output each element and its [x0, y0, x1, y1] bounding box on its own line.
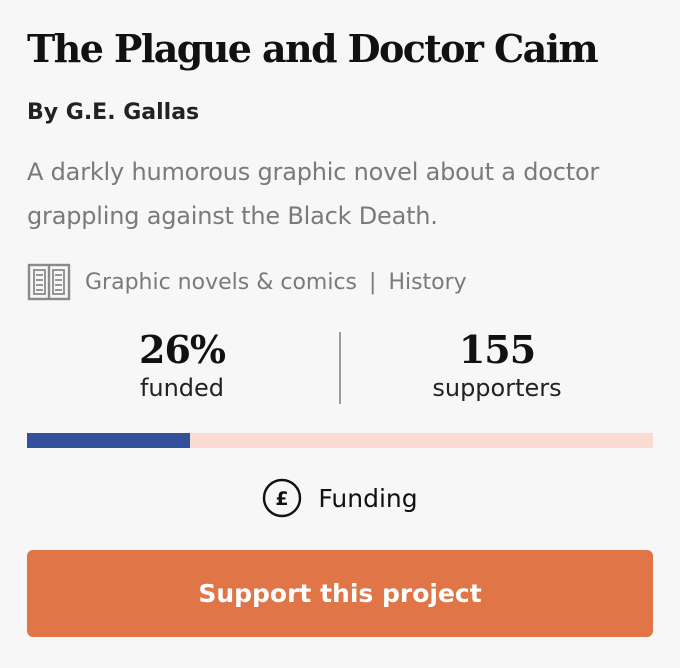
supporters-label: supporters: [432, 374, 562, 402]
project-author[interactable]: By G.E. Gallas: [27, 100, 199, 125]
funding-status: £ Funding: [0, 478, 680, 518]
funded-percent: 26%: [139, 327, 226, 372]
support-project-button[interactable]: Support this project: [27, 550, 653, 637]
funding-progress-fill: [27, 433, 190, 448]
category-separator: |: [369, 269, 377, 295]
project-title[interactable]: The Plague and Doctor Caim: [27, 26, 599, 71]
funding-stats: 26% funded 155 supporters: [27, 328, 653, 408]
project-description: A darkly humorous graphic novel about a …: [27, 158, 600, 230]
pound-icon: £: [263, 478, 302, 518]
supporters-count: 155: [458, 327, 536, 372]
book-icon: [27, 263, 71, 301]
category-link-history[interactable]: History: [388, 270, 466, 295]
project-card: The Plague and Doctor Caim By G.E. Galla…: [0, 0, 680, 668]
funding-status-label: Funding: [318, 483, 418, 513]
funding-progress-bar: [27, 433, 653, 448]
supporters-stat: 155 supporters: [347, 328, 647, 404]
funded-stat: 26% funded: [32, 328, 332, 404]
svg-text:£: £: [276, 488, 289, 510]
category-row: Graphic novels & comics | History: [27, 260, 467, 304]
category-link-graphic-novels[interactable]: Graphic novels & comics: [85, 270, 357, 295]
funded-label: funded: [139, 374, 225, 402]
stats-divider: [339, 332, 341, 404]
